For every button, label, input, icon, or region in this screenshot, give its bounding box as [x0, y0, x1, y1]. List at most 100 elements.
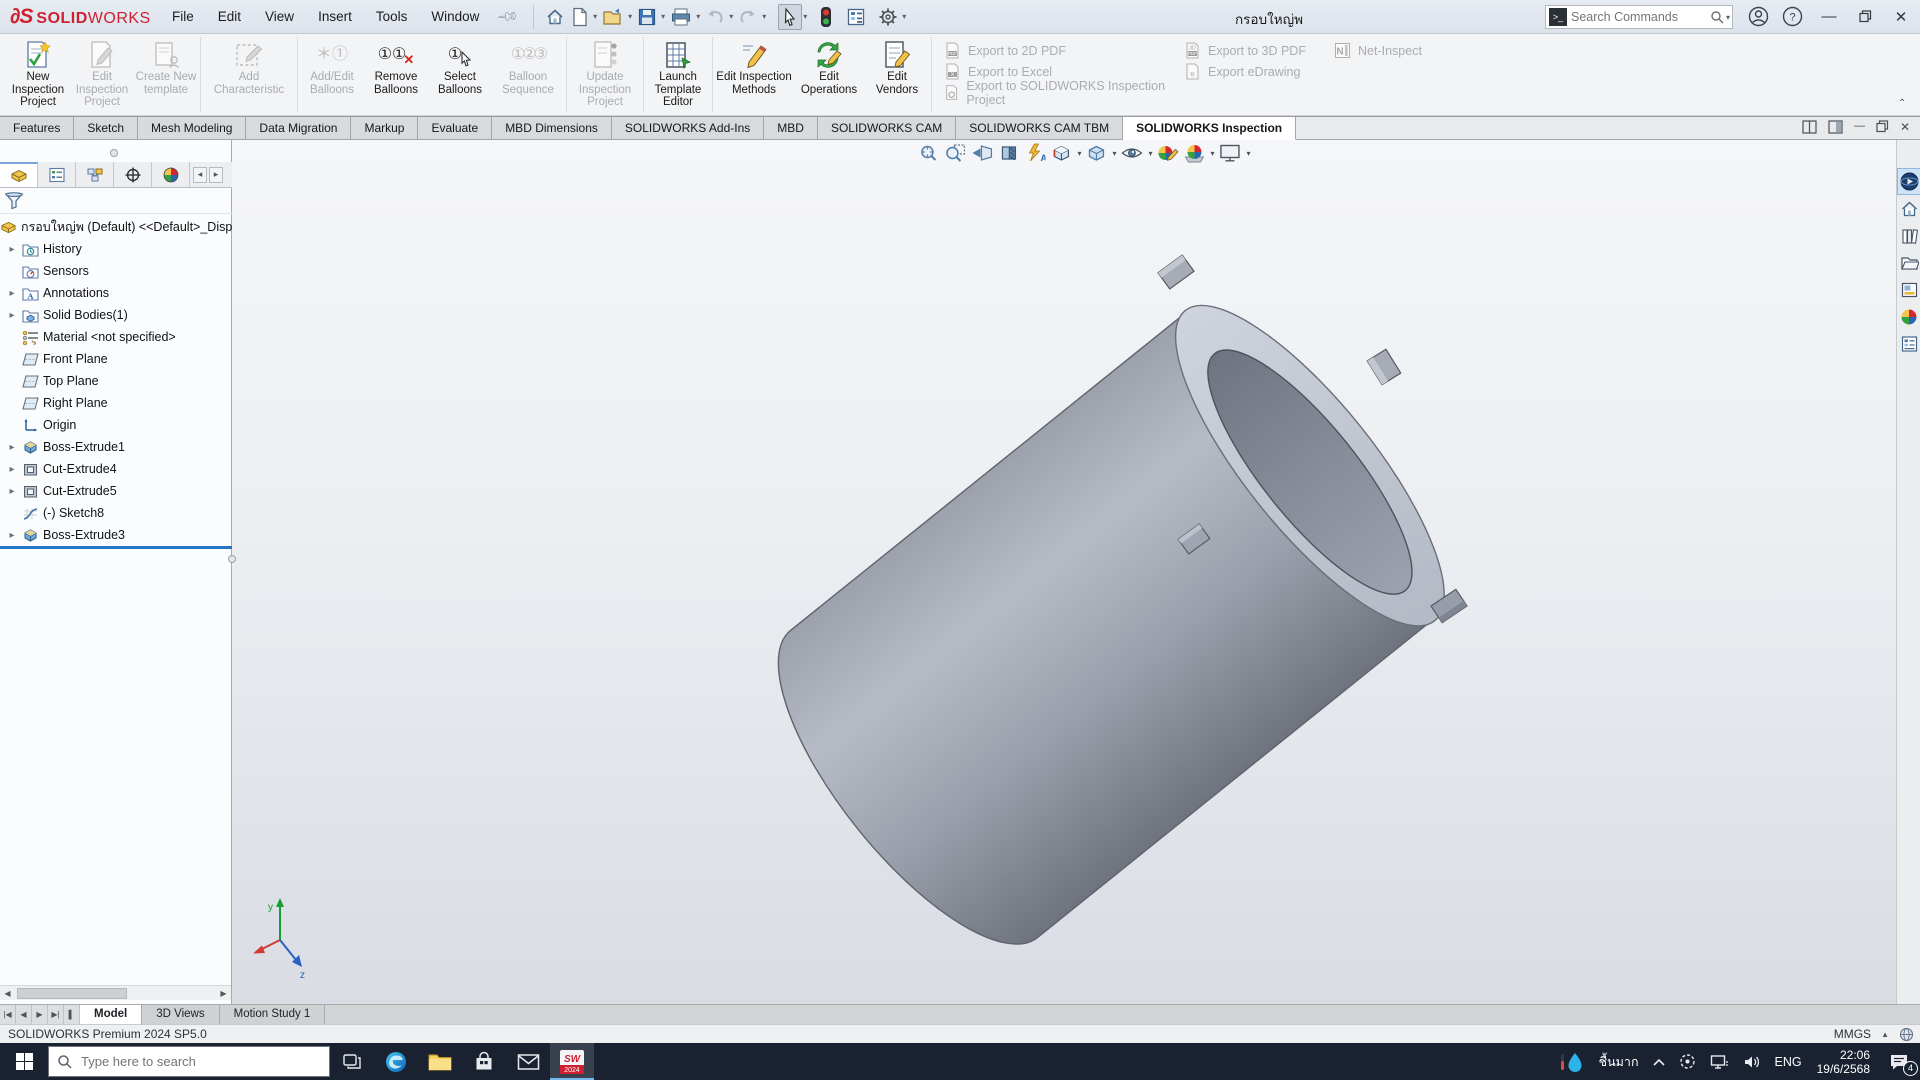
hide-show-items-dropdown[interactable]: ▾: [1148, 149, 1152, 158]
section-view-icon[interactable]: [997, 142, 1020, 164]
ribbon-new-inspection-project[interactable]: New Inspection Project: [6, 34, 70, 115]
custom-properties-button[interactable]: [1897, 330, 1920, 357]
menu-file[interactable]: File: [160, 2, 206, 31]
pane-display-icon[interactable]: [1828, 120, 1843, 134]
new-document-dropdown[interactable]: ▾: [593, 12, 597, 21]
tree-item-top-plane[interactable]: Top Plane: [0, 370, 232, 392]
previous-view-icon[interactable]: [970, 142, 994, 164]
tree-item-solid-bodies[interactable]: ▸ Solid Bodies(1): [0, 304, 232, 326]
open-button[interactable]: [599, 5, 627, 29]
weather-label[interactable]: ชื้นมาก: [1592, 1043, 1646, 1080]
display-style-dropdown[interactable]: ▾: [1112, 149, 1116, 158]
user-account-button[interactable]: [1748, 6, 1769, 32]
tab-features[interactable]: Features: [0, 117, 74, 140]
model-cylinder[interactable]: y z: [232, 140, 1896, 1004]
menu-window[interactable]: Window: [419, 2, 491, 31]
edit-appearance-icon[interactable]: [1155, 142, 1179, 164]
expand-arrow-icon[interactable]: ▸: [6, 530, 18, 541]
options-dropdown[interactable]: ▾: [902, 12, 906, 21]
menu-edit[interactable]: Edit: [206, 2, 253, 31]
solidworks-resources-button[interactable]: [1897, 168, 1920, 195]
tree-item-sketch8[interactable]: (-) Sketch8: [0, 502, 232, 524]
close-button[interactable]: ✕: [1884, 0, 1918, 33]
panel-resize-grip[interactable]: [228, 555, 236, 563]
view-settings-icon[interactable]: [1218, 142, 1243, 164]
rollback-bar[interactable]: [0, 546, 232, 549]
apply-scene-icon[interactable]: [1182, 142, 1206, 164]
command-search[interactable]: >_ ▾: [1545, 5, 1733, 29]
screen-record-icon[interactable]: [1672, 1043, 1703, 1080]
ribbon-launch-template-editor[interactable]: Launch Template Editor: [646, 34, 710, 115]
ribbon-collapse-chevron[interactable]: ⌃: [1898, 98, 1906, 109]
panel-horizontal-scrollbar[interactable]: ◀ ▶: [0, 985, 231, 1000]
dynamic-annotation-views-icon[interactable]: A: [1023, 142, 1046, 164]
doc-close-icon[interactable]: ✕: [1900, 120, 1910, 134]
zoom-to-fit-icon[interactable]: [917, 142, 940, 164]
tab-displaymanager[interactable]: [152, 162, 190, 187]
tree-item-origin[interactable]: Origin: [0, 414, 232, 436]
expand-arrow-icon[interactable]: ▸: [6, 288, 18, 299]
tab-mesh-modeling[interactable]: Mesh Modeling: [138, 117, 246, 140]
tab-featuremanager-tree[interactable]: [0, 162, 38, 187]
taskbar-search[interactable]: [48, 1046, 330, 1077]
tree-item-cut-extrude5[interactable]: ▸ Cut-Extrude5: [0, 480, 232, 502]
expand-arrow-icon[interactable]: ▸: [6, 442, 18, 453]
expand-arrow-icon[interactable]: ▸: [6, 486, 18, 497]
status-globe-icon[interactable]: [1899, 1027, 1914, 1042]
solidworks-taskbar-button[interactable]: SW2024: [550, 1043, 594, 1080]
tab-solidworks-inspection[interactable]: SOLIDWORKS Inspection: [1123, 117, 1296, 140]
select-tool-dropdown[interactable]: ▾: [803, 12, 807, 21]
restore-button[interactable]: [1848, 0, 1882, 33]
tab-evaluate[interactable]: Evaluate: [418, 117, 492, 140]
task-view-button[interactable]: [330, 1043, 374, 1080]
ribbon-edit-vendors[interactable]: Edit Vendors: [865, 34, 929, 115]
tab-scroll-next[interactable]: ▶: [32, 1005, 48, 1024]
speaker-icon[interactable]: [1736, 1043, 1768, 1080]
redo-dropdown[interactable]: ▾: [762, 12, 766, 21]
menu-insert[interactable]: Insert: [306, 2, 364, 31]
tab-configurationmanager[interactable]: [76, 162, 114, 187]
ribbon-remove-balloons[interactable]: ①①✕ Remove Balloons: [364, 34, 428, 115]
panel-splitter-handle[interactable]: [110, 149, 118, 157]
tray-expand-chevron-icon[interactable]: [1646, 1043, 1672, 1080]
tab-dimxpertmanager[interactable]: [114, 162, 152, 187]
tab-markup[interactable]: Markup: [351, 117, 418, 140]
tree-item-boss-extrude1[interactable]: ▸ Boss-Extrude1: [0, 436, 232, 458]
pane-layout-icon[interactable]: [1802, 120, 1817, 134]
tab-solidworks-add-ins[interactable]: SOLIDWORKS Add-Ins: [612, 117, 764, 140]
panel-tabs-scroll-left[interactable]: ◂: [193, 167, 207, 183]
units-dropdown[interactable]: ▲: [1881, 1030, 1889, 1039]
scrollbar-thumb[interactable]: [17, 988, 127, 999]
search-icon[interactable]: [1710, 10, 1725, 25]
search-commands-input[interactable]: [1571, 10, 1710, 24]
taskbar-clock[interactable]: 22:06 19/6/2568: [1809, 1048, 1878, 1076]
open-dropdown[interactable]: ▾: [628, 12, 632, 21]
expand-arrow-icon[interactable]: ▸: [6, 464, 18, 475]
tree-root[interactable]: กรอบใหญ่พ (Default) <<Default>_Displ: [0, 216, 232, 238]
expand-arrow-icon[interactable]: ▸: [6, 310, 18, 321]
taskbar-search-input[interactable]: [81, 1054, 291, 1069]
filter-funnel-icon[interactable]: [4, 192, 24, 210]
tab-solidworks-cam-tbm[interactable]: SOLIDWORKS CAM TBM: [956, 117, 1123, 140]
zoom-to-area-icon[interactable]: [943, 142, 967, 164]
home-tab-button[interactable]: [1897, 195, 1920, 222]
tab-scroll-first[interactable]: |◀: [0, 1005, 16, 1024]
undo-button[interactable]: [702, 6, 728, 28]
panel-tabs-scroll-right[interactable]: ▸: [209, 167, 223, 183]
view-settings-dropdown[interactable]: ▾: [1247, 149, 1251, 158]
select-tool-button[interactable]: [778, 4, 802, 30]
ribbon-select-balloons[interactable]: ① Select Balloons: [428, 34, 492, 115]
ribbon-edit-operations[interactable]: Edit Operations: [793, 34, 865, 115]
notification-center-button[interactable]: 4: [1878, 1043, 1920, 1080]
minimize-button[interactable]: —: [1812, 0, 1846, 33]
scroll-left-arrow[interactable]: ◀: [0, 986, 15, 1001]
view-palette-button[interactable]: [1897, 276, 1920, 303]
tab-model[interactable]: Model: [80, 1005, 142, 1024]
tab-sketch[interactable]: Sketch: [74, 117, 138, 140]
tree-item-material[interactable]: Material <not specified>: [0, 326, 232, 348]
search-dropdown[interactable]: ▾: [1726, 13, 1730, 22]
file-explorer-taskbar-button[interactable]: [418, 1043, 462, 1080]
tab-propertymanager[interactable]: [38, 162, 76, 187]
save-button[interactable]: [634, 5, 660, 29]
design-library-button[interactable]: [1897, 222, 1920, 249]
